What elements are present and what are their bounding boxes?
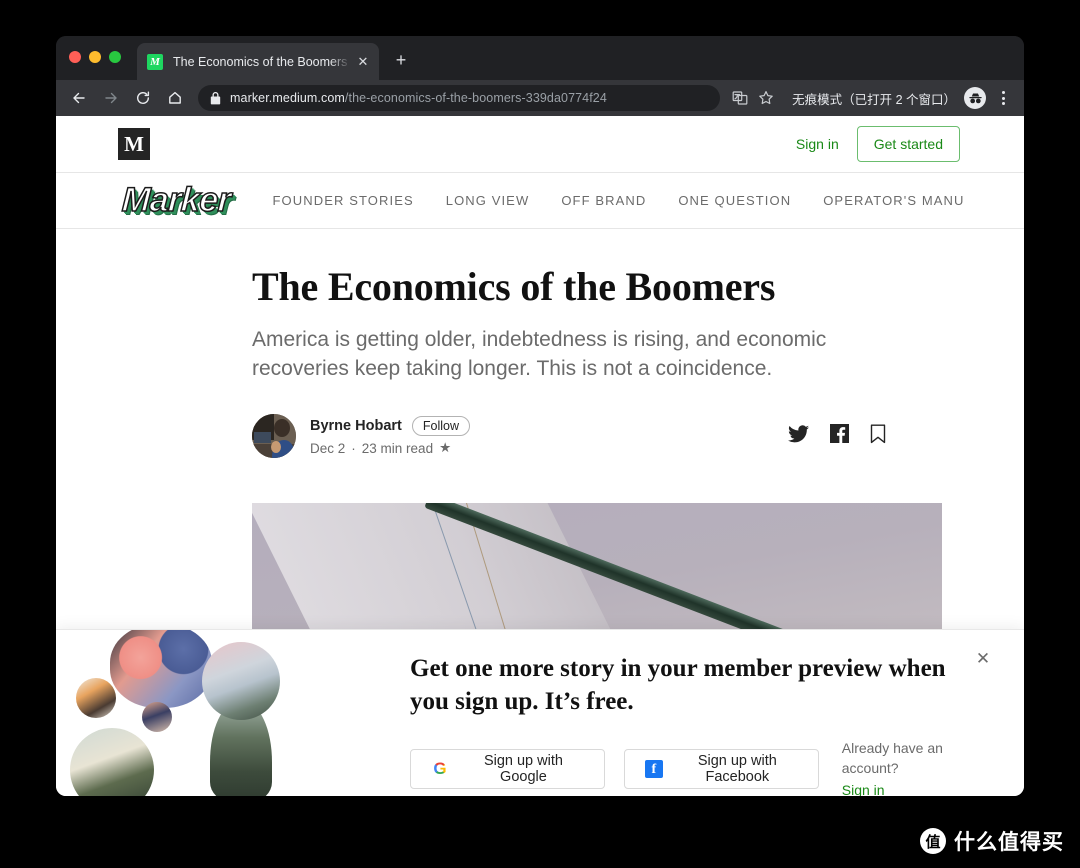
close-banner-icon[interactable]: ✕ bbox=[972, 648, 994, 670]
byline-meta-row: Dec 2 · 23 min read ★ bbox=[310, 440, 470, 456]
nav-item-operators-manual[interactable]: OPERATOR'S MANU bbox=[823, 193, 964, 208]
url-host: marker.medium.com bbox=[230, 91, 345, 105]
minimize-window-button[interactable] bbox=[89, 51, 101, 63]
collage-circle-landscape bbox=[70, 728, 154, 796]
signup-banner: Get one more story in your member previe… bbox=[56, 629, 1024, 796]
nav-item-founder-stories[interactable]: FOUNDER STORIES bbox=[273, 193, 414, 208]
menu-dot bbox=[1001, 96, 1005, 100]
home-icon[interactable] bbox=[162, 85, 188, 111]
member-star-icon: ★ bbox=[439, 440, 452, 455]
banner-collage-art bbox=[62, 630, 362, 796]
back-icon[interactable] bbox=[66, 85, 92, 111]
close-window-button[interactable] bbox=[69, 51, 81, 63]
facebook-button-label: Sign up with Facebook bbox=[697, 753, 777, 785]
medium-logo-icon[interactable]: M bbox=[118, 128, 150, 160]
get-started-button[interactable]: Get started bbox=[856, 126, 960, 162]
google-icon: G bbox=[431, 760, 449, 778]
sign-in-link[interactable]: Sign in bbox=[796, 136, 839, 152]
address-bar-url: marker.medium.com/the-economics-of-the-b… bbox=[230, 91, 607, 105]
already-have-account-block: Already have an account? Sign in bbox=[842, 738, 984, 796]
nav-item-long-view[interactable]: LONG VIEW bbox=[446, 193, 530, 208]
banner-heading: Get one more story in your member previe… bbox=[410, 655, 946, 715]
collage-bust-head bbox=[202, 642, 280, 720]
facebook-icon[interactable] bbox=[830, 424, 849, 448]
marker-publication-nav: Marker FOUNDER STORIES LONG VIEW OFF BRA… bbox=[56, 173, 1024, 229]
collage-circle-small bbox=[76, 678, 116, 718]
address-bar[interactable]: marker.medium.com/the-economics-of-the-b… bbox=[198, 85, 721, 111]
medium-favicon-icon: M bbox=[147, 53, 163, 70]
browser-toolbar: marker.medium.com/the-economics-of-the-b… bbox=[56, 80, 1024, 116]
sign-up-with-google-button[interactable]: G Sign up with Google bbox=[410, 749, 605, 789]
window-traffic-lights bbox=[69, 51, 121, 63]
collage-circle-figure bbox=[110, 630, 212, 708]
byline-text: Byrne Hobart Follow Dec 2 · 23 min read … bbox=[310, 416, 470, 456]
author-name[interactable]: Byrne Hobart bbox=[310, 418, 402, 434]
watermark-logo-icon: 值 bbox=[920, 828, 946, 854]
watermark: 值 什么值得买 bbox=[920, 826, 1064, 856]
banner-buttons: G Sign up with Google f Sign up with Fac… bbox=[410, 738, 984, 796]
byline-author-row: Byrne Hobart Follow bbox=[310, 416, 470, 436]
new-tab-button[interactable]: + bbox=[390, 50, 412, 72]
browser-tab[interactable]: M The Economics of the Boomers - ✕ bbox=[137, 43, 379, 80]
nav-item-one-question[interactable]: ONE QUESTION bbox=[678, 193, 791, 208]
author-avatar[interactable] bbox=[252, 414, 296, 458]
nav-item-off-brand[interactable]: OFF BRAND bbox=[561, 193, 646, 208]
collage-circle-small bbox=[142, 702, 172, 732]
browser-tab-title: The Economics of the Boomers - bbox=[173, 54, 351, 69]
facebook-icon: f bbox=[644, 760, 663, 778]
url-path: /the-economics-of-the-boomers-339da0774f… bbox=[344, 91, 607, 105]
browser-window: M The Economics of the Boomers - ✕ + mar… bbox=[56, 36, 1024, 796]
share-actions bbox=[788, 424, 942, 449]
lock-icon bbox=[210, 91, 221, 105]
menu-dot bbox=[1001, 91, 1005, 94]
bookmark-icon[interactable] bbox=[870, 424, 886, 449]
banner-sign-in-link[interactable]: Sign in bbox=[842, 780, 984, 796]
browser-tab-strip: M The Economics of the Boomers - ✕ + bbox=[56, 36, 1024, 80]
forward-icon[interactable] bbox=[98, 85, 124, 111]
follow-button[interactable]: Follow bbox=[411, 416, 470, 436]
banner-content: Get one more story in your member previe… bbox=[410, 652, 984, 796]
meta-separator: · bbox=[351, 440, 356, 456]
byline: Byrne Hobart Follow Dec 2 · 23 min read … bbox=[252, 414, 942, 458]
watermark-text: 什么值得买 bbox=[954, 831, 1064, 854]
maximize-window-button[interactable] bbox=[109, 51, 121, 63]
sign-up-with-facebook-button[interactable]: f Sign up with Facebook bbox=[623, 749, 819, 789]
article-subtitle: America is getting older, indebtedness i… bbox=[252, 328, 827, 380]
header-actions: Sign in Get started bbox=[796, 126, 960, 162]
close-tab-icon[interactable]: ✕ bbox=[355, 54, 371, 70]
reload-icon[interactable] bbox=[130, 85, 156, 111]
article-title: The Economics of the Boomers bbox=[252, 264, 776, 309]
menu-dot bbox=[1001, 102, 1005, 105]
medium-site-header: M Sign in Get started bbox=[56, 116, 1024, 173]
incognito-avatar-icon[interactable] bbox=[964, 87, 986, 109]
marker-logo[interactable]: Marker bbox=[120, 180, 232, 220]
incognito-mode-label: 无痕模式（已打开 2 个窗口） bbox=[792, 92, 956, 107]
browser-menu-icon[interactable] bbox=[992, 87, 1014, 109]
star-icon[interactable] bbox=[754, 86, 778, 110]
twitter-icon[interactable] bbox=[788, 424, 809, 448]
translate-icon[interactable] bbox=[728, 86, 752, 110]
article-header: The Economics of the Boomers America is … bbox=[252, 263, 942, 458]
already-have-account-label: Already have an account? bbox=[841, 740, 943, 776]
publish-date: Dec 2 bbox=[310, 440, 346, 456]
google-button-label: Sign up with Google bbox=[483, 753, 563, 785]
page-viewport: M Sign in Get started Marker FOUNDER STO… bbox=[56, 116, 1024, 796]
read-time: 23 min read bbox=[361, 440, 434, 456]
